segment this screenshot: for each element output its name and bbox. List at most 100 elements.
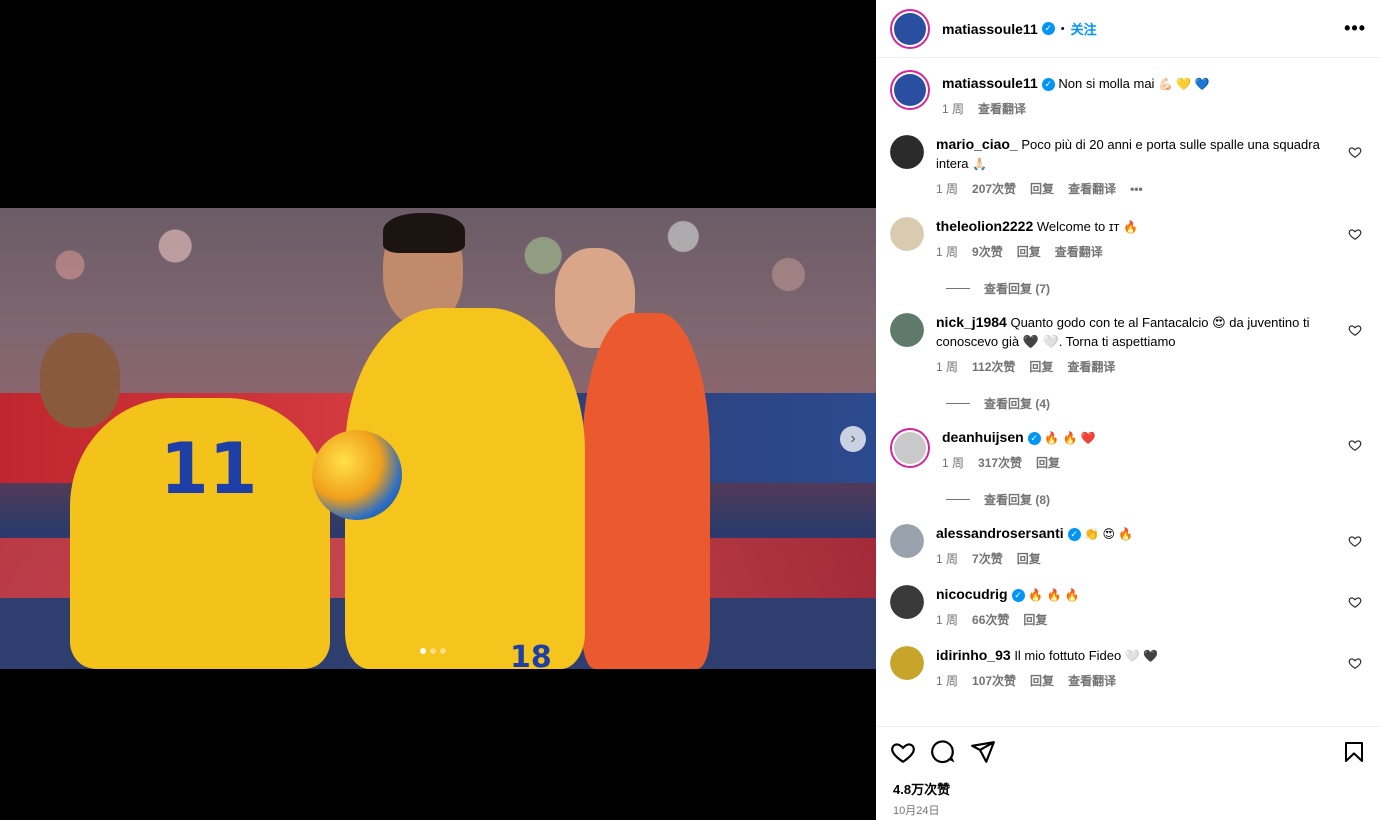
comment-likes[interactable]: 66次赞 — [972, 611, 1009, 630]
view-replies-button[interactable]: 查看回复 (8) — [946, 491, 1366, 508]
comment-time: 1 周 — [936, 182, 959, 196]
view-replies-button[interactable]: 查看回复 (4) — [946, 395, 1366, 412]
comment-username[interactable]: nick_j1984 — [936, 314, 1007, 330]
comment-avatar[interactable] — [890, 646, 924, 680]
translate-link[interactable]: 查看翻译 — [1068, 672, 1116, 691]
comment-emoji: 👏 😍 🔥 — [1084, 527, 1134, 541]
comment-more-icon[interactable]: ••• — [1130, 180, 1143, 199]
comment-avatar[interactable] — [890, 135, 924, 169]
comment-username[interactable]: alessandrosersanti — [936, 525, 1064, 541]
comment-emoji: 🔥 🔥 🔥 — [1028, 588, 1080, 602]
post-photo[interactable]: 11 18 — [0, 208, 876, 669]
comment-avatar[interactable] — [890, 524, 924, 558]
view-replies-label: 查看回复 (8) — [984, 493, 1051, 507]
verified-icon: ✓ — [1011, 589, 1025, 603]
comment-emoji: 🔥 — [1123, 220, 1139, 234]
replies-divider — [946, 499, 970, 500]
replies-divider — [946, 288, 970, 289]
comment-likes[interactable]: 7次赞 — [972, 550, 1003, 569]
comment-time: 1 周 — [942, 456, 965, 470]
comment-emoji: 🔥 🔥 ❤️ — [1044, 431, 1096, 445]
caption-avatar[interactable] — [890, 70, 930, 110]
translate-link[interactable]: 查看翻译 — [1068, 180, 1116, 199]
comment-like-heart-icon[interactable] — [1348, 438, 1362, 452]
jersey-number-left: 11 — [160, 428, 258, 510]
comment-icon[interactable] — [930, 739, 956, 765]
caption-emoji: 💪🏻 💛 💙 — [1158, 77, 1210, 91]
comment-likes[interactable]: 107次赞 — [972, 672, 1016, 691]
comment-like-heart-icon[interactable] — [1348, 534, 1362, 548]
caption-translate-link[interactable]: 查看翻译 — [978, 100, 1026, 119]
carousel-next-button[interactable]: › — [840, 426, 866, 452]
reply-button[interactable]: 回复 — [1036, 454, 1060, 473]
comment-avatar[interactable] — [890, 217, 924, 251]
comment-avatar[interactable] — [890, 428, 930, 468]
comment-item: mario_ciao_ Poco più di 20 anni e porta … — [890, 135, 1366, 199]
view-replies-button[interactable]: 查看回复 (7) — [946, 280, 1366, 297]
bookmark-icon[interactable] — [1342, 740, 1366, 764]
player-left-head — [40, 333, 120, 428]
author-username[interactable]: matiassoule11 — [942, 21, 1038, 37]
translate-link[interactable]: 查看翻译 — [1055, 243, 1103, 262]
comment-username[interactable]: idirinho_93 — [936, 647, 1011, 663]
more-icon[interactable]: ••• — [1344, 18, 1366, 39]
comment-item: deanhuijsen ✓ 🔥 🔥 ❤️ 1 周 317次赞 回复 — [890, 428, 1366, 473]
share-icon[interactable] — [970, 739, 996, 765]
comment-username[interactable]: deanhuijsen — [942, 429, 1024, 445]
view-replies-label: 查看回复 (4) — [984, 397, 1051, 411]
verified-icon: ✓ — [1067, 528, 1081, 542]
separator-dot: • — [1060, 22, 1065, 35]
comment-likes[interactable]: 207次赞 — [972, 180, 1016, 199]
caption-time: 1 周 — [942, 102, 965, 116]
comment-emoji: 🤍 🖤 — [1124, 649, 1159, 663]
comment-like-heart-icon[interactable] — [1348, 227, 1362, 241]
comment-username[interactable]: mario_ciao_ — [936, 136, 1018, 152]
follow-button[interactable]: 关注 — [1071, 19, 1097, 38]
reply-button[interactable]: 回复 — [1029, 358, 1053, 377]
translate-link[interactable]: 查看翻译 — [1067, 358, 1115, 377]
reply-button[interactable]: 回复 — [1030, 180, 1054, 199]
reply-button[interactable]: 回复 — [1017, 550, 1041, 569]
post-viewer: 11 18 › matiassoule11 ✓ • 关注 ••• matiass… — [0, 0, 1380, 820]
comment-username[interactable]: nicocudrig — [936, 586, 1008, 602]
caption-username[interactable]: matiassoule11 — [942, 75, 1038, 91]
comment-avatar[interactable] — [890, 313, 924, 347]
carousel-dot — [430, 648, 436, 654]
comment-username[interactable]: theleolion2222 — [936, 218, 1033, 234]
post-header: matiassoule11 ✓ • 关注 ••• — [876, 0, 1380, 58]
reply-button[interactable]: 回复 — [1017, 243, 1041, 262]
comment-like-heart-icon[interactable] — [1348, 145, 1362, 159]
goalkeeper — [582, 313, 710, 669]
jersey-number-main: 18 — [510, 640, 552, 669]
carousel-dot — [420, 648, 426, 654]
verified-icon: ✓ — [1027, 432, 1041, 446]
reply-button[interactable]: 回复 — [1030, 672, 1054, 691]
reply-button[interactable]: 回复 — [1023, 611, 1047, 630]
comment-like-heart-icon[interactable] — [1348, 595, 1362, 609]
comment-likes[interactable]: 9次赞 — [972, 243, 1003, 262]
author-avatar[interactable] — [890, 8, 930, 49]
post-media: 11 18 › — [0, 0, 876, 820]
caption-text: Non si molla mai — [1058, 76, 1155, 91]
comment-item: theleolion2222 Welcome to ɪᴛ 🔥 1 周 9次赞 回复 查看… — [890, 217, 1366, 262]
comment-text: Il mio fottuto Fideo — [1014, 648, 1122, 663]
player-main-hair — [383, 213, 465, 253]
post-date: 10月24日 — [893, 805, 940, 817]
carousel-dot — [440, 648, 446, 654]
comment-likes[interactable]: 317次赞 — [978, 454, 1022, 473]
comment-time: 1 周 — [936, 360, 959, 374]
comment-like-heart-icon[interactable] — [1348, 656, 1362, 670]
comment-avatar[interactable] — [890, 585, 924, 619]
view-replies-label: 查看回复 (7) — [984, 282, 1051, 296]
carousel-indicator — [420, 648, 446, 654]
heart-icon[interactable] — [890, 739, 916, 765]
comment-item: nick_j1984 Quanto godo con te al Fantaca… — [890, 313, 1366, 377]
comment-emoji: 🙏🏻 — [972, 157, 988, 171]
likes-count[interactable]: 4.8万次赞 — [893, 779, 1366, 798]
comment-time: 1 周 — [936, 613, 959, 627]
comments-list[interactable]: matiassoule11 ✓ Non si molla mai 💪🏻 💛 💙 1… — [876, 58, 1380, 726]
comment-item: idirinho_93 Il mio fottuto Fideo 🤍 🖤 1 周 1… — [890, 646, 1366, 691]
comment-likes[interactable]: 112次赞 — [972, 358, 1015, 377]
comment-like-heart-icon[interactable] — [1348, 323, 1362, 337]
comment-time: 1 周 — [936, 674, 959, 688]
